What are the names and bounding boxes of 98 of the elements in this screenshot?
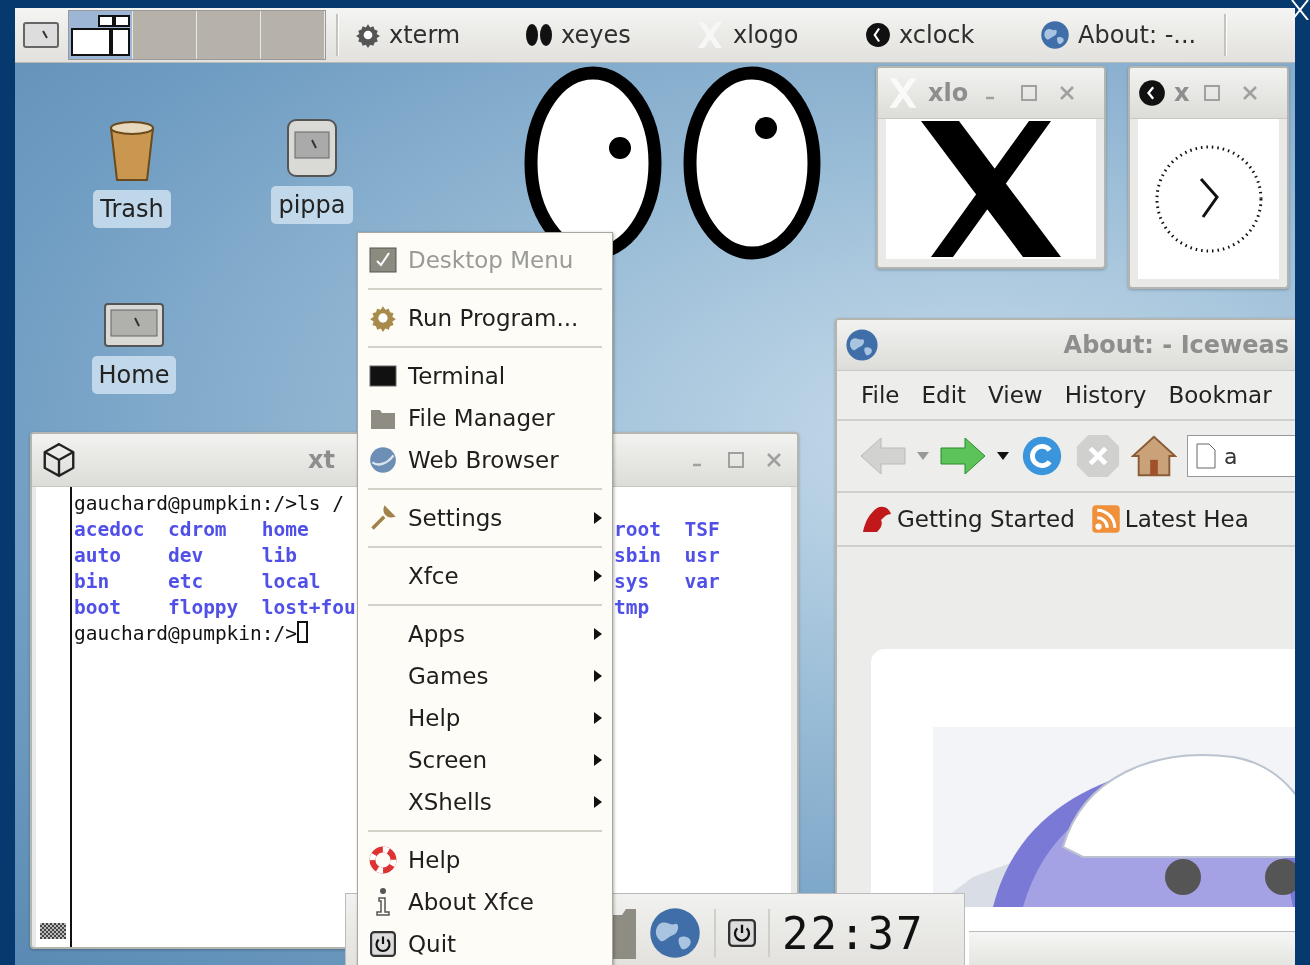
task-button[interactable]: xeyes [519,12,689,58]
menu-item[interactable]: View [988,382,1043,408]
logout-button[interactable] [728,919,756,947]
menu-item[interactable]: File Manager [364,397,606,439]
eyes-icon [525,23,553,47]
terminal-icon [369,365,397,387]
home-button[interactable] [1131,433,1177,479]
workspace-button[interactable] [69,11,133,59]
menu-item[interactable]: Help [364,839,606,881]
directory-name: lost+fou [261,595,356,621]
submenu-arrow-icon [594,796,602,808]
forward-button[interactable] [939,436,987,476]
drive-icon [103,302,165,348]
maximize-button[interactable] [1203,84,1222,102]
back-button[interactable] [859,436,907,476]
directory-name: bin [74,569,111,595]
submenu-arrow-icon [594,712,602,724]
maximize-button[interactable] [1020,84,1039,102]
desktop-menu-icon [369,247,397,273]
directory-name: floppy [167,595,240,621]
maximize-button[interactable] [727,451,745,469]
globe-icon [845,328,879,362]
submenu-arrow-icon [594,628,602,640]
clock-icon [865,22,891,48]
icon-label[interactable]: pippa [271,186,353,224]
directory-name: var [684,569,721,595]
directory-name: etc [167,569,205,595]
terminal-text: gauchard@pumpkin:/> [74,621,298,647]
clock-icon [1138,79,1166,107]
stop-button[interactable] [1075,433,1121,479]
window-title: About: - Iceweas [1063,331,1289,359]
panel-clock: 22:37 [782,907,925,959]
close-button[interactable] [1241,84,1260,102]
menu-item[interactable]: XShells [364,781,606,823]
x-logo-icon [1290,0,1310,20]
directory-name: acedoc [74,517,146,543]
wrench-icon [369,504,397,532]
menu-item[interactable]: Settings [364,497,606,539]
bookmark-link[interactable]: Getting Started [861,504,1075,534]
directory-name: boot [74,595,122,621]
task-button[interactable]: xlogo [689,12,859,58]
gear-icon [369,304,397,332]
address-field[interactable]: a [1187,435,1295,477]
directory-name: cdrom [167,517,228,543]
directory-name: home [261,517,310,543]
directory-name: sys [614,569,651,595]
dropdown-arrow-icon[interactable] [997,452,1009,460]
menu-item[interactable]: Screen [364,739,606,781]
drive-icon [286,118,338,178]
menu-item[interactable]: Edit [921,382,967,408]
window-title: xlo [928,79,969,107]
directory-name: auto [74,543,122,569]
menu-item[interactable]: Terminal [364,355,606,397]
menu-item[interactable]: Help [364,697,606,739]
rss-feed-icon [1090,504,1121,534]
submenu-arrow-icon [594,512,602,524]
task-button[interactable]: xterm [349,12,519,58]
directory-name: dev [167,543,205,569]
directory-name: tmp [614,595,651,621]
globe-icon [648,906,702,960]
trash-can-icon [107,118,157,182]
icon-label[interactable]: Home [91,356,177,394]
icon-label[interactable]: Trash [93,190,171,228]
task-button[interactable]: xclock [859,12,1034,58]
menu-item[interactable]: Apps [364,613,606,655]
directory-name: local [261,569,322,595]
directory-name: sbin [614,543,662,569]
window-title: xt [308,446,335,474]
menu-item[interactable]: Web Browser [364,439,606,481]
directory-name: usr [684,543,721,569]
menu-item[interactable]: File [861,382,900,408]
menu-item[interactable]: Games [364,655,606,697]
globe-icon [1040,20,1070,50]
menu-item[interactable]: Quit [364,923,606,965]
scrollbar-thumb[interactable] [40,923,66,939]
directory-name: root [614,517,662,543]
task-button[interactable]: About: -... [1034,12,1214,58]
menu-item[interactable]: Xfce [364,555,606,597]
submenu-arrow-icon [594,570,602,582]
close-button[interactable] [1058,84,1077,102]
close-button[interactable] [765,451,783,469]
power-icon [370,931,396,957]
page-icon [1196,443,1216,469]
bookmark-link[interactable]: Latest Hea [1090,504,1249,534]
submenu-arrow-icon [594,754,602,766]
terminal-text: gauchard@pumpkin:/>ls / [74,491,345,517]
directory-name: TSF [684,517,721,543]
menu-item[interactable]: Run Program... [364,297,606,339]
menu-item[interactable]: About Xfce [364,881,606,923]
menu-item[interactable]: History [1064,382,1147,408]
globe-icon [369,446,397,474]
directory-name: lib [261,543,299,569]
window-title: x [1174,79,1190,107]
menu-item[interactable]: Bookmar [1168,382,1272,408]
browser-launcher[interactable] [648,906,702,960]
lifebuoy-icon [369,846,397,874]
submenu-arrow-icon [594,670,602,682]
gear-icon [355,22,381,48]
